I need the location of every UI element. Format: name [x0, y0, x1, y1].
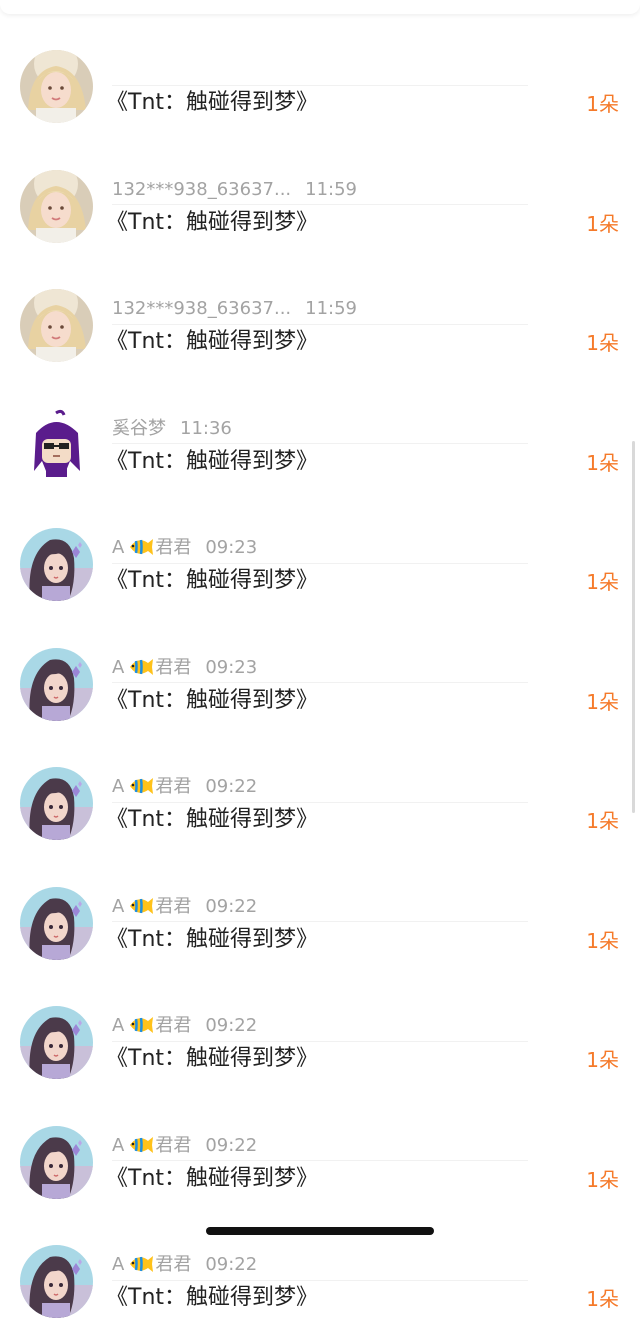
- sender-name-prefix: A: [112, 776, 125, 797]
- sender-meta: A 君君 09:23: [112, 536, 257, 560]
- row-divider: [112, 1279, 528, 1281]
- sender-name-prefix: A: [112, 537, 125, 558]
- gift-record-row: A 君君 09:22 《Tnt：触碰得到梦》 1朵: [0, 922, 640, 1079]
- sender-name[interactable]: A 君君: [112, 537, 191, 558]
- gift-record-row: A 君君 09:23 《Tnt：触碰得到梦》 1朵: [0, 444, 640, 601]
- sender-name[interactable]: A 君君: [112, 1015, 191, 1036]
- sender-name-suffix: 君君: [155, 537, 192, 558]
- sender-meta: A 君君 09:22: [112, 1014, 257, 1038]
- sender-name[interactable]: 132***938_63637...: [112, 298, 291, 319]
- sender-meta: A 君君 09:22: [112, 775, 257, 799]
- sender-name-suffix: 君君: [155, 776, 192, 797]
- gift-record-list: 《Tnt：触碰得到梦》 1朵 132***938_63637... 11:59 《Tnt…: [0, 0, 640, 1318]
- gift-record-row: A 君君 09:22 《Tnt：触碰得到梦》 1朵: [0, 683, 640, 840]
- sender-name[interactable]: A 君君: [112, 776, 191, 797]
- fish-emoji-icon: [130, 1017, 154, 1033]
- send-time: 09:22: [205, 776, 258, 797]
- scrollbar[interactable]: [632, 441, 635, 813]
- gift-record-row: A 君君 09:23 《Tnt：触碰得到梦》 1朵: [0, 564, 640, 721]
- fish-emoji-icon: [130, 1256, 154, 1272]
- fish-emoji-icon: [130, 658, 154, 675]
- send-time: 09:22: [205, 895, 258, 917]
- send-time: 11:36: [180, 417, 232, 439]
- send-time: 11:59: [305, 178, 358, 200]
- send-time: 09:23: [205, 537, 258, 558]
- send-time: 09:22: [205, 1254, 258, 1275]
- gift-record-row: 132***938_63637... 11:59 《Tnt：触碰得到梦》 1朵: [0, 86, 640, 243]
- sender-meta: [112, 58, 126, 82]
- sender-meta: A 君君 09:22: [112, 1134, 257, 1158]
- gift-record-row: 奚谷梦 11:36 《Tnt：触碰得到梦》 1朵: [0, 325, 640, 482]
- sender-name-prefix: A: [112, 1015, 125, 1036]
- gift-name: 《Tnt：触碰得到梦》: [106, 1285, 319, 1310]
- sender-name-suffix: 君君: [155, 1015, 192, 1036]
- sender-name-prefix: A: [112, 895, 125, 917]
- sender-name[interactable]: A 君君: [112, 896, 191, 917]
- sender-meta: A 君君 09:22: [112, 1253, 257, 1277]
- gift-record-row: A 君君 09:22 《Tnt：触碰得到梦》 1朵: [0, 1161, 640, 1318]
- fish-emoji-icon: [130, 778, 154, 794]
- sender-name-suffix: 君君: [155, 895, 192, 917]
- sender-meta: 132***938_63637... 11:59: [112, 297, 357, 321]
- sender-name-prefix: A: [112, 1254, 125, 1275]
- gift-record-row: A 君君 09:22 《Tnt：触碰得到梦》 1朵: [0, 1042, 640, 1199]
- sender-name-prefix: A: [112, 1134, 125, 1156]
- gift-record-row: 132***938_63637... 11:59 《Tnt：触碰得到梦》 1朵: [0, 205, 640, 362]
- sender-name-suffix: 君君: [155, 1134, 192, 1156]
- sender-name[interactable]: 奚谷梦: [112, 418, 166, 439]
- sender-meta: 132***938_63637... 11:59: [112, 178, 357, 202]
- fish-emoji-icon: [130, 1136, 154, 1153]
- send-time: 09:22: [205, 1134, 258, 1156]
- sender-name-suffix: 君君: [155, 1254, 192, 1275]
- send-time: 09:22: [205, 1015, 258, 1036]
- send-time: 09:23: [205, 656, 258, 678]
- sender-name[interactable]: A 君君: [112, 1135, 191, 1156]
- gift-quantity: 1朵: [586, 1287, 619, 1311]
- sender-name[interactable]: A 君君: [112, 1254, 191, 1275]
- fish-emoji-icon: [130, 539, 154, 555]
- sender-meta: 奚谷梦 11:36: [112, 417, 232, 441]
- gift-record-row: A 君君 09:22 《Tnt：触碰得到梦》 1朵: [0, 803, 640, 960]
- home-indicator: [206, 1227, 434, 1235]
- sender-meta: A 君君 09:23: [112, 656, 257, 680]
- fish-emoji-icon: [130, 897, 154, 914]
- sender-name-prefix: A: [112, 656, 125, 678]
- anime-girl-avatar[interactable]: [20, 1245, 93, 1318]
- sender-name-suffix: 君君: [155, 656, 192, 678]
- sender-meta: A 君君 09:22: [112, 895, 257, 919]
- sender-name[interactable]: 132***938_63637...: [112, 179, 291, 200]
- send-time: 11:59: [305, 298, 358, 319]
- top-sheet-edge: [0, 0, 640, 14]
- sender-name[interactable]: A 君君: [112, 657, 191, 678]
